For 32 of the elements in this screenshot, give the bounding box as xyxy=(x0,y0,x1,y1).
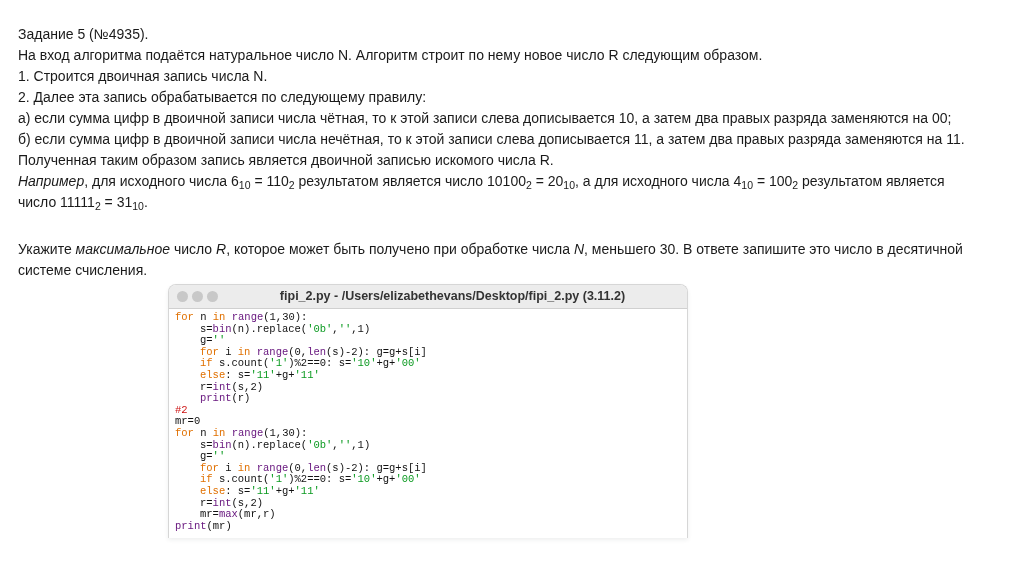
code-line: mr=max(mr,r) xyxy=(200,509,277,521)
task-text: б) если сумма цифр в двоичной записи числа нечётная, то к этой записи слева дописывается 11, а затем два правых разряда заменяются на 11. xyxy=(18,130,966,149)
minimize-button[interactable] xyxy=(192,291,203,302)
code-line: s=bin(n).replace('0b','',1) xyxy=(200,439,372,451)
task-text: 1. Строится двоичная запись числа N. xyxy=(18,67,269,86)
code-line: g='' xyxy=(200,335,227,347)
code-line: mr=0 xyxy=(175,416,202,428)
code-line: #2 xyxy=(175,404,189,417)
question-text: Укажите максимальное число R, которое может быть получено при обработке числа N, меньшего 30. В ответе запишите это число в десятичной системе счисления. xyxy=(18,240,964,280)
code-line: r=int(s,2) xyxy=(200,497,265,509)
code-line: else: s='11'+g+'11' xyxy=(200,485,321,498)
code-line: r=int(s,2) xyxy=(200,381,265,393)
task-text: Например, для исходного числа 6$_{10}$ = 110$_{2}$ результатом является число 10100$_{2}$ = 20$_{10}$, а для исходного числа 4$_{10}$ = 100$_{2}$ результатом является число 11111$_{2}$ = 31$_{10}$. xyxy=(18,172,946,213)
close-button[interactable] xyxy=(177,291,188,302)
code-line: s=bin(n).replace('0b','',1) xyxy=(200,323,372,335)
code-line: g='' xyxy=(200,451,227,463)
task-text: а) если сумма цифр в двоичной записи числа чётная, то к этой записи слева дописывается 10, а затем два правых разряда заменяются на 00; xyxy=(18,109,953,128)
code-line: for i in range(0,len(s)-2): g=g+s[i] xyxy=(200,462,428,474)
task-text: На вход алгоритма подаётся натуральное число N. Алгоритм строит по нему новое число R следующим образом. xyxy=(18,46,764,65)
task-text: Полученная таким образом запись является двоичной записью искомого числа R. xyxy=(18,151,555,170)
window-title: fipi_2.py - /Users/elizabethevans/Desktop/fipi_2.py (3.11.2) xyxy=(278,288,627,306)
task-text: 2. Далее эта запись обрабатывается по следующему правилу: xyxy=(18,88,428,107)
code-line: for n in range(1,30): xyxy=(175,312,309,324)
code-line: for n in range(1,30): xyxy=(175,427,309,440)
code-line: if s.count('1')%2==0: s='10'+g+'00' xyxy=(200,358,422,370)
task-title: Задание 5 (№4935). xyxy=(18,25,150,44)
code-line: print(mr) xyxy=(175,520,233,533)
code-line: if s.count('1')%2==0: s='10'+g+'00' xyxy=(200,474,422,486)
zoom-button[interactable] xyxy=(207,291,218,302)
code-line: print(r) xyxy=(200,393,252,405)
code-line: for i in range(0,len(s)-2): g=g+s[i] xyxy=(200,346,428,358)
code-line: else: s='11'+g+'11' xyxy=(200,369,321,382)
